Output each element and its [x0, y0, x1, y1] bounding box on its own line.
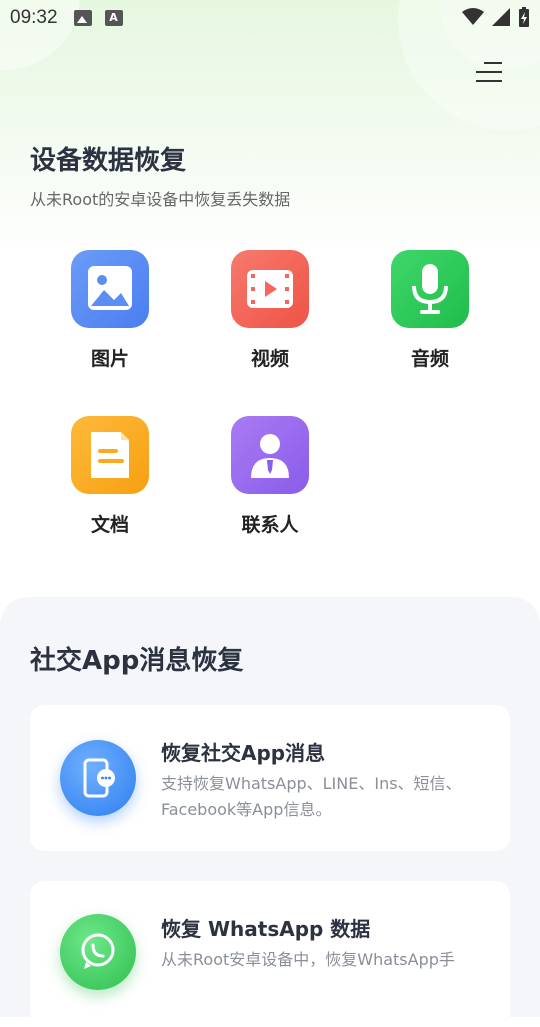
hero-background	[0, 0, 540, 260]
card-description: 从未Root安卓设备中，恢复WhatsApp手	[161, 950, 455, 969]
status-time: 09:32	[10, 7, 58, 28]
menu-line	[476, 71, 502, 73]
grid-item-audio[interactable]: 音频	[370, 250, 490, 371]
grid-label: 联系人	[241, 514, 299, 536]
card-title: 恢复社交App消息	[161, 741, 326, 765]
grid-label: 文档	[90, 514, 129, 536]
recover-social-card[interactable]: 恢复社交App消息 支持恢复WhatsApp、LINE、Ins、短信、Faceb…	[30, 705, 510, 851]
status-bar: 09:32 A	[0, 0, 540, 36]
section-title: 社交App消息恢复	[30, 646, 244, 676]
card-description: 支持恢复WhatsApp、LINE、Ins、短信、Facebook等App信息。	[161, 774, 462, 819]
section-title: 设备数据恢复	[30, 146, 187, 176]
grid-item-contacts[interactable]: 联系人	[210, 416, 330, 537]
grid-label: 图片	[90, 348, 129, 370]
phone-chat-icon	[60, 740, 136, 816]
menu-line	[484, 62, 502, 64]
grid-label: 视频	[250, 348, 289, 370]
grid-item-pictures[interactable]: 图片	[50, 250, 170, 371]
grid-item-videos[interactable]: 视频	[210, 250, 330, 371]
document-icon	[71, 416, 149, 494]
font-notification-icon: A	[104, 10, 123, 26]
recover-whatsapp-card[interactable]: 恢复 WhatsApp 数据 从未Root安卓设备中，恢复WhatsApp手	[30, 881, 510, 1027]
picture-icon	[71, 250, 149, 328]
microphone-icon	[391, 250, 469, 328]
grid-item-documents[interactable]: 文档	[50, 416, 170, 537]
contact-icon	[231, 416, 309, 494]
card-title: 恢复 WhatsApp 数据	[161, 917, 371, 941]
wifi-icon	[462, 8, 484, 25]
grid-label: 音频	[410, 348, 449, 370]
video-icon	[231, 250, 309, 328]
menu-button[interactable]	[472, 58, 504, 88]
signal-icon	[492, 8, 510, 26]
battery-icon	[519, 7, 529, 27]
menu-line	[476, 80, 502, 82]
gallery-notification-icon	[73, 10, 92, 26]
whatsapp-icon	[60, 914, 136, 990]
section-subtitle: 从未Root的安卓设备中恢复丢失数据	[30, 190, 291, 209]
